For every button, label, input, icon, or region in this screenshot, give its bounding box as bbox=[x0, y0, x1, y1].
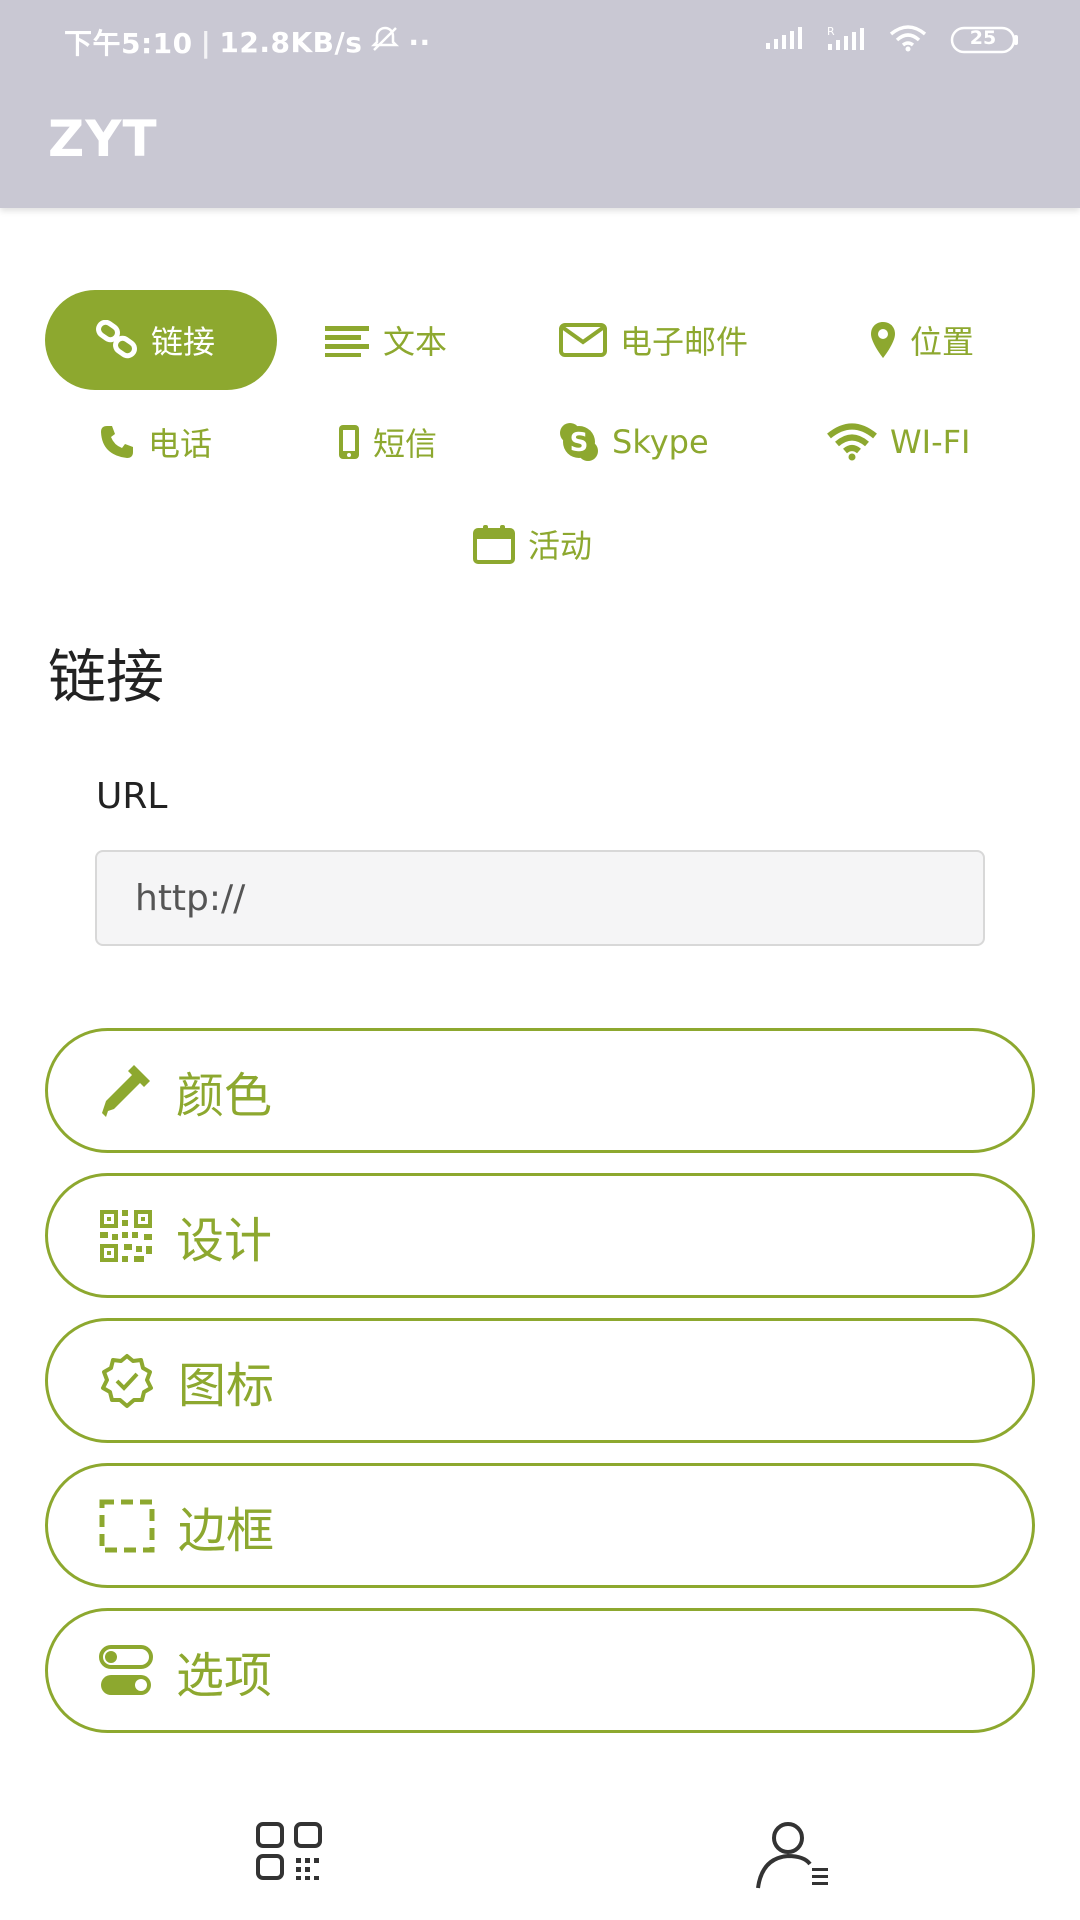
status-left: 下午5:10 | 12.8KB/s ·· bbox=[64, 22, 431, 62]
dashed-frame-icon bbox=[99, 1499, 155, 1552]
signal-icon bbox=[764, 25, 804, 55]
tab-event[interactable]: 活动 bbox=[472, 494, 592, 594]
tab-skype-label: Skype bbox=[612, 423, 709, 461]
wifi-status-icon bbox=[888, 24, 928, 56]
option-frame-label: 边框 bbox=[178, 1502, 275, 1559]
section-title: 链接 bbox=[48, 643, 165, 711]
skype-icon: S bbox=[560, 423, 598, 461]
svg-text:R: R bbox=[827, 25, 835, 38]
option-settings[interactable]: 选项 bbox=[45, 1608, 1035, 1733]
link-icon bbox=[96, 320, 137, 359]
nav-generate[interactable] bbox=[240, 1820, 340, 1920]
tab-phone-label: 电话 bbox=[148, 425, 213, 463]
tab-location[interactable]: 位置 bbox=[868, 290, 974, 390]
option-settings-label: 选项 bbox=[176, 1647, 273, 1704]
roaming-signal-icon: R bbox=[826, 24, 866, 56]
battery-level: 25 bbox=[969, 27, 997, 49]
tab-sms[interactable]: 短信 bbox=[337, 392, 437, 492]
battery-icon: 25 bbox=[950, 25, 1020, 55]
option-color-label: 颜色 bbox=[176, 1067, 273, 1124]
tab-text[interactable]: 文本 bbox=[323, 290, 447, 390]
mobile-icon bbox=[339, 425, 359, 459]
tab-wifi[interactable]: WI-FI bbox=[826, 392, 970, 492]
tab-link[interactable]: 链接 bbox=[45, 290, 277, 390]
tab-text-label: 文本 bbox=[383, 323, 448, 361]
wifi-icon bbox=[827, 423, 877, 461]
status-more: ·· bbox=[408, 25, 431, 59]
nav-account[interactable] bbox=[740, 1820, 840, 1920]
option-icon[interactable]: 图标 bbox=[45, 1318, 1035, 1443]
tab-wifi-label: WI-FI bbox=[890, 423, 971, 461]
option-design[interactable]: 设计 bbox=[45, 1173, 1035, 1298]
app-title: ZYT bbox=[48, 110, 158, 168]
qr-grid-icon bbox=[256, 1822, 322, 1880]
option-design-label: 设计 bbox=[176, 1212, 273, 1269]
tab-location-label: 位置 bbox=[910, 323, 975, 361]
eyedropper-icon bbox=[102, 1064, 150, 1117]
status-time: 下午5:10 bbox=[64, 27, 193, 60]
mute-icon bbox=[370, 25, 400, 60]
tab-sms-label: 短信 bbox=[373, 425, 438, 463]
url-label: URL bbox=[96, 776, 168, 817]
envelope-icon bbox=[559, 323, 607, 357]
user-list-icon bbox=[756, 1822, 828, 1889]
map-pin-icon bbox=[871, 322, 895, 358]
option-icon-label: 图标 bbox=[178, 1357, 275, 1414]
tab-phone[interactable]: 电话 bbox=[98, 392, 212, 492]
status-separator: | bbox=[200, 25, 212, 59]
badge-check-icon bbox=[101, 1353, 153, 1408]
tab-skype[interactable]: S Skype bbox=[558, 392, 709, 492]
svg-text:S: S bbox=[570, 428, 589, 458]
bottom-nav bbox=[0, 1820, 1080, 1920]
app-bar: 下午5:10 | 12.8KB/s ·· R 25 ZYT bbox=[0, 0, 1080, 208]
tab-link-label: 链接 bbox=[151, 323, 216, 361]
status-net-speed: 12.8KB/s bbox=[219, 25, 363, 59]
status-bar: 下午5:10 | 12.8KB/s ·· R 25 bbox=[0, 0, 1080, 80]
text-lines-icon bbox=[325, 326, 369, 357]
tab-email-label: 电子邮件 bbox=[620, 323, 749, 361]
option-color[interactable]: 颜色 bbox=[45, 1028, 1035, 1153]
phone-icon bbox=[101, 426, 133, 458]
calendar-icon bbox=[473, 525, 515, 564]
status-right: R 25 bbox=[764, 24, 1020, 56]
qr-code-icon bbox=[100, 1209, 152, 1262]
tab-email[interactable]: 电子邮件 bbox=[558, 290, 748, 390]
tab-event-label: 活动 bbox=[528, 527, 593, 565]
option-frame[interactable]: 边框 bbox=[45, 1463, 1035, 1588]
url-input[interactable] bbox=[95, 850, 985, 946]
toggles-icon bbox=[99, 1644, 153, 1695]
